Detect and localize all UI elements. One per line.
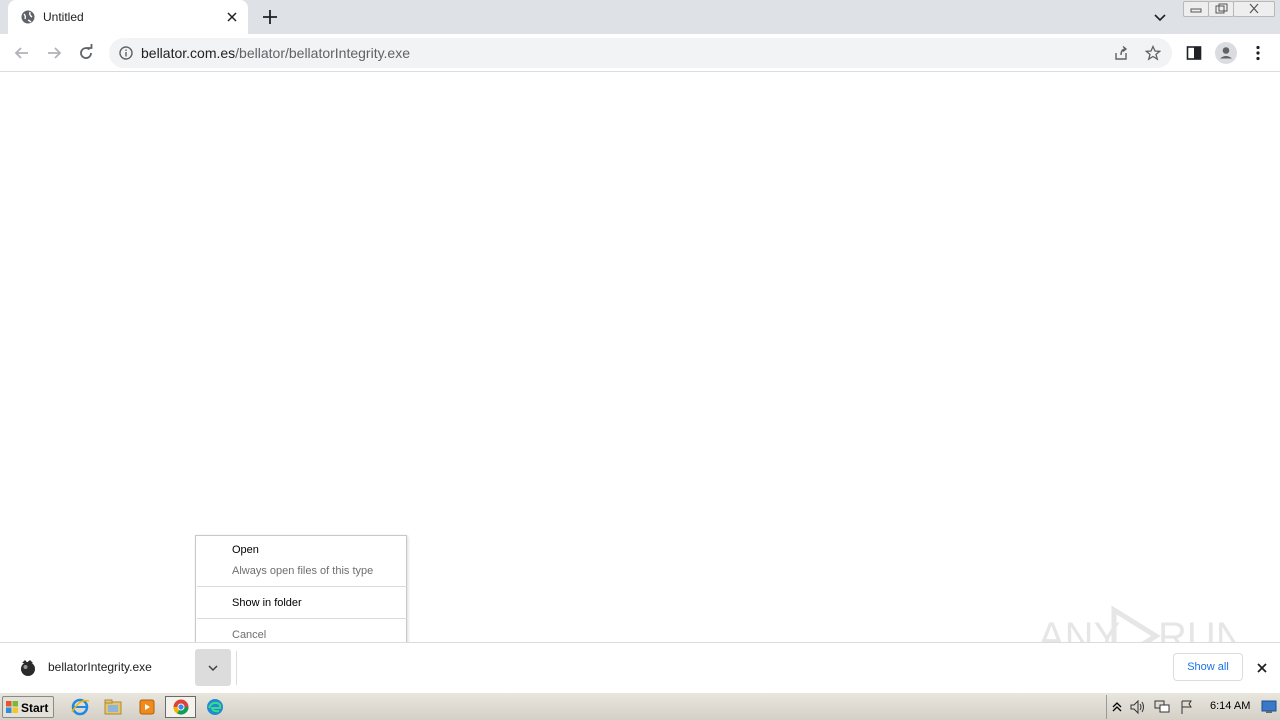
restore-icon	[1215, 3, 1228, 14]
media-player-icon[interactable]	[133, 696, 161, 718]
close-window-button[interactable]	[1233, 1, 1275, 17]
menu-item-open[interactable]: Open	[232, 544, 259, 556]
edge-icon[interactable]	[201, 696, 229, 718]
taskbar: Start 6:14 AM	[0, 692, 1280, 720]
more-menu-icon[interactable]	[1248, 43, 1268, 63]
minimize-button[interactable]	[1183, 1, 1209, 17]
shelf-divider	[236, 651, 237, 685]
close-icon	[1249, 3, 1259, 14]
start-button[interactable]: Start	[2, 696, 54, 718]
chrome-taskbar-button[interactable]	[165, 696, 196, 718]
system-tray: 6:14 AM	[1106, 695, 1280, 719]
volume-icon[interactable]	[1129, 699, 1147, 715]
browser-toolbar: bellator.com.es/bellator/bellatorIntegri…	[0, 34, 1280, 72]
site-info-icon[interactable]	[119, 46, 133, 60]
show-desktop-icon[interactable]	[1261, 700, 1277, 714]
profile-avatar-icon[interactable]	[1214, 41, 1238, 65]
folder-icon[interactable]	[99, 696, 127, 718]
windows-logo-icon	[6, 701, 18, 713]
chevron-down-icon[interactable]	[1152, 9, 1168, 25]
network-icon[interactable]	[1153, 699, 1171, 715]
download-context-menu: Open Always open files of this type Show…	[195, 535, 407, 649]
minimize-icon	[1190, 8, 1202, 13]
url-path: /bellator/bellatorIntegrity.exe	[235, 45, 411, 61]
browser-tab[interactable]: Untitled	[8, 0, 248, 34]
menu-separator	[197, 586, 407, 587]
bookmark-star-icon[interactable]	[1145, 45, 1161, 61]
download-file-name: bellatorIntegrity.exe	[48, 660, 152, 674]
show-hidden-icons-icon[interactable]	[1111, 700, 1123, 714]
page-content	[0, 72, 1280, 642]
address-bar[interactable]: bellator.com.es/bellator/bellatorIntegri…	[109, 38, 1172, 68]
globe-icon	[21, 10, 35, 24]
download-menu-button[interactable]	[195, 649, 231, 686]
forward-arrow-icon[interactable]	[44, 43, 64, 63]
menu-item-always-open[interactable]: Always open files of this type	[232, 565, 373, 577]
back-arrow-icon[interactable]	[12, 43, 32, 63]
executable-file-icon	[21, 660, 35, 676]
download-item[interactable]: bellatorIntegrity.exe	[0, 643, 236, 692]
chrome-icon	[173, 699, 189, 715]
menu-separator	[197, 618, 407, 619]
internet-explorer-icon[interactable]	[66, 696, 94, 718]
new-tab-icon[interactable]	[260, 7, 280, 27]
tab-close-icon[interactable]	[224, 9, 240, 25]
tab-title: Untitled	[43, 10, 84, 24]
show-all-button[interactable]: Show all	[1173, 653, 1243, 681]
tab-strip: Untitled	[0, 0, 1280, 34]
taskbar-clock[interactable]: 6:14 AM	[1210, 700, 1250, 712]
chevron-down-icon	[208, 665, 218, 672]
download-shelf: bellatorIntegrity.exe Show all	[0, 642, 1280, 692]
start-label: Start	[21, 701, 49, 715]
action-center-flag-icon[interactable]	[1179, 699, 1195, 715]
url-text[interactable]: bellator.com.es/bellator/bellatorIntegri…	[141, 45, 410, 61]
reload-icon[interactable]	[76, 43, 96, 63]
menu-item-show-in-folder[interactable]: Show in folder	[232, 597, 302, 609]
menu-item-cancel[interactable]: Cancel	[232, 629, 266, 641]
url-host: bellator.com.es	[141, 45, 236, 61]
close-shelf-icon[interactable]	[1254, 660, 1270, 676]
side-panel-icon[interactable]	[1184, 43, 1204, 63]
share-icon[interactable]	[1113, 45, 1129, 61]
restore-button[interactable]	[1208, 1, 1234, 17]
